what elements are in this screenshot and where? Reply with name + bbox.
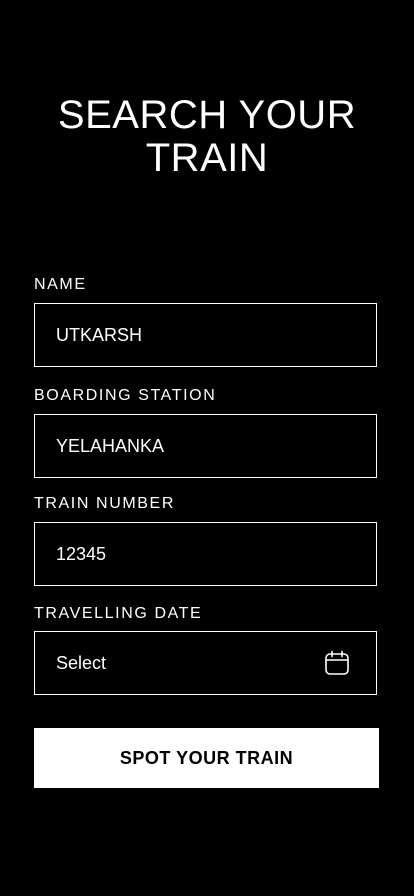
boarding-station-label: BOARDING STATION <box>34 387 217 404</box>
page-title: SEARCH YOUR TRAIN <box>0 94 414 180</box>
travelling-date-field-value: Select <box>56 652 107 673</box>
name-field-value: UTKARSH <box>56 324 143 345</box>
spot-your-train-button[interactable]: SPOT YOUR TRAIN <box>34 728 379 788</box>
train-number-field[interactable]: 12345 <box>34 522 377 586</box>
calendar-icon[interactable] <box>324 650 350 676</box>
name-field[interactable]: UTKARSH <box>34 303 377 367</box>
boarding-station-field[interactable]: YELAHANKA <box>34 414 377 478</box>
travelling-date-field[interactable]: Select <box>34 631 377 695</box>
page-title-line-2: TRAIN <box>145 136 269 180</box>
boarding-station-field-value: YELAHANKA <box>56 435 165 456</box>
train-number-label: TRAIN NUMBER <box>34 495 175 512</box>
train-number-field-value: 12345 <box>56 543 107 564</box>
travelling-date-label: TRAVELLING DATE <box>34 605 203 622</box>
page-title-line-1: SEARCH YOUR <box>57 93 357 137</box>
name-label: NAME <box>34 276 87 293</box>
spot-your-train-button-label: SPOT YOUR TRAIN <box>119 747 294 768</box>
